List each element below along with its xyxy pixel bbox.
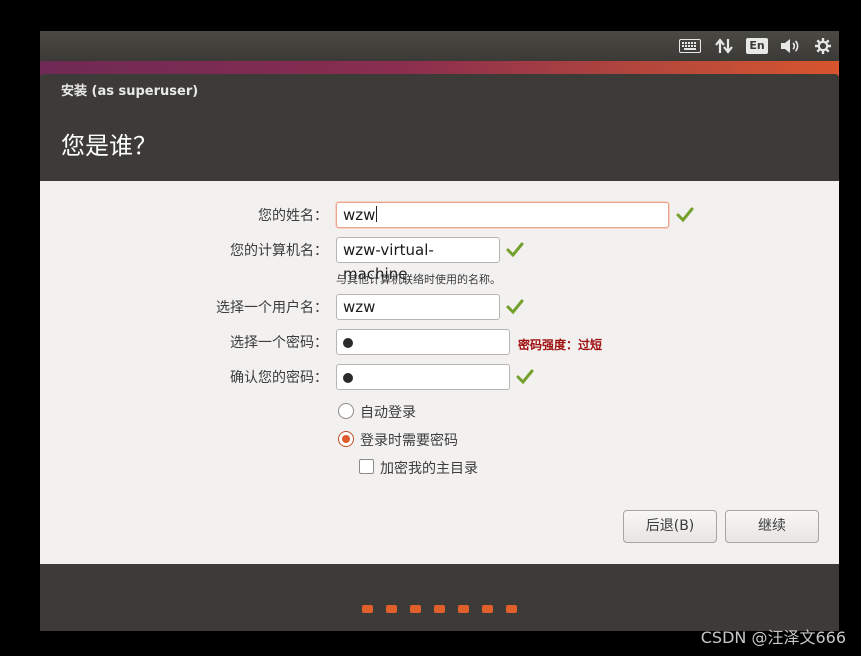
computer-name-input[interactable]: wzw-virtual-machine [336, 237, 500, 283]
auto-login-radio[interactable] [338, 403, 354, 419]
continue-button[interactable]: 继续 [725, 510, 819, 543]
installer-window: 安装 (as superuser) 您是谁？ 您的姓名： wzw 您的计算机名：… [40, 74, 839, 631]
confirm-password-input[interactable] [336, 364, 510, 390]
confirm-password-label: 确认您的密码： [230, 370, 328, 386]
language-indicator-label: En [746, 38, 768, 54]
check-icon [506, 299, 524, 315]
password-mask-dot [343, 373, 353, 383]
back-button[interactable]: 后退(B) [623, 510, 717, 543]
password-label: 选择一个密码： [230, 335, 328, 351]
password-mask-dot [343, 338, 353, 348]
name-value: wzw [343, 206, 376, 224]
auto-login-label[interactable]: 自动登录 [360, 402, 416, 422]
progress-dot [482, 605, 493, 613]
page-heading: 您是谁？ [61, 132, 157, 160]
computer-name-hint: 与其他计算机联络时使用的名称。 [336, 273, 501, 286]
name-label: 您的姓名： [258, 208, 328, 224]
username-label: 选择一个用户名： [216, 300, 328, 316]
password-input[interactable] [336, 329, 510, 355]
keyboard-icon[interactable] [678, 31, 702, 61]
top-panel: En [40, 31, 839, 61]
require-password-label[interactable]: 登录时需要密码 [360, 430, 458, 450]
text-caret [376, 206, 378, 222]
check-icon [506, 242, 524, 258]
form-area: 您的姓名： wzw 您的计算机名： wzw-virtual-machine 与其… [40, 181, 839, 564]
check-icon [676, 207, 694, 223]
footer [40, 564, 839, 631]
progress-dot [386, 605, 397, 613]
screen: En 安装 (as superuser) 您是谁？ 您的姓名： wzw 您的计算… [40, 31, 839, 631]
progress-dot [434, 605, 445, 613]
watermark: CSDN @汪泽文666 [700, 628, 846, 647]
username-input[interactable]: wzw [336, 294, 500, 320]
progress-dot [362, 605, 373, 613]
window-title: 安装 (as superuser) [61, 84, 199, 99]
encrypt-home-label[interactable]: 加密我的主目录 [380, 458, 478, 478]
progress-dot [458, 605, 469, 613]
network-arrows-icon[interactable] [713, 31, 735, 61]
require-password-radio[interactable] [338, 431, 354, 447]
volume-icon[interactable] [778, 31, 802, 61]
progress-dot [506, 605, 517, 613]
encrypt-home-checkbox[interactable] [359, 459, 374, 474]
password-strength: 密码强度：过短 [518, 338, 603, 352]
language-indicator-icon[interactable]: En [746, 31, 768, 61]
computer-name-label: 您的计算机名： [230, 243, 328, 259]
name-input[interactable]: wzw [336, 202, 669, 228]
gear-icon[interactable] [813, 31, 833, 61]
progress-dot [410, 605, 421, 613]
check-icon [516, 369, 534, 385]
